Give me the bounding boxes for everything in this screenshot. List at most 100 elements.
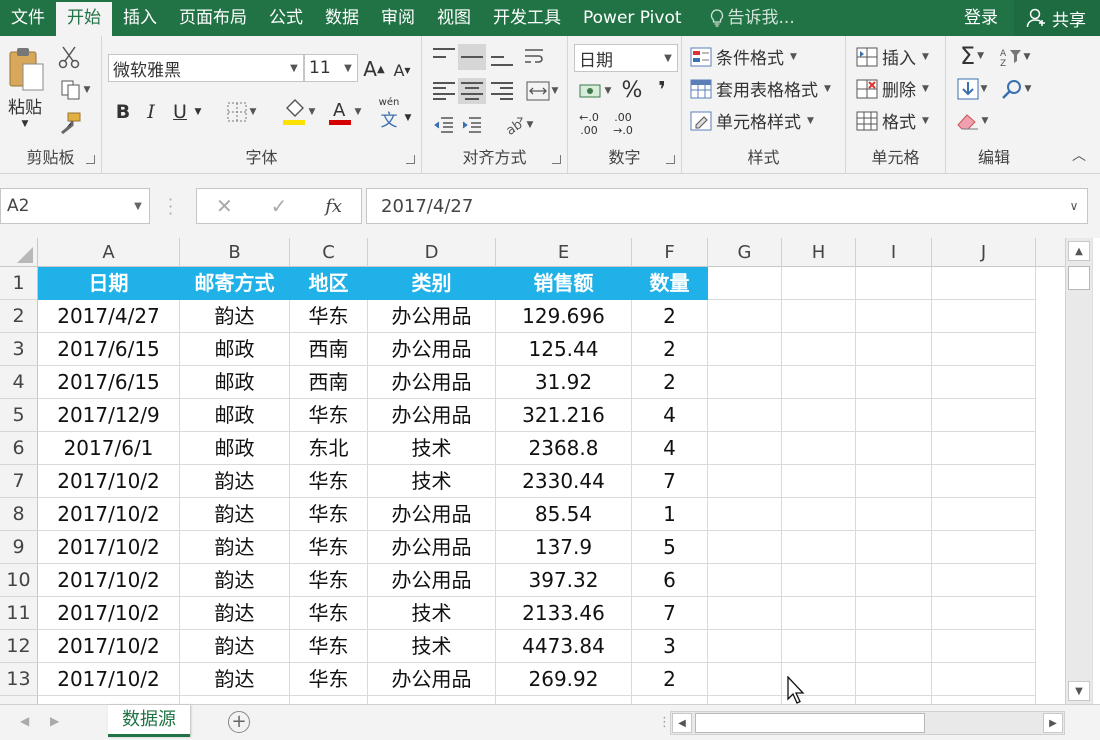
paste-icon[interactable] [6, 44, 46, 94]
empty-cell[interactable] [856, 267, 932, 300]
align-right-icon[interactable] [488, 78, 516, 104]
increase-decimal-button[interactable]: .00 [574, 123, 604, 137]
table-cell[interactable]: 韵达 [180, 597, 290, 630]
empty-cell[interactable] [932, 366, 1036, 399]
empty-cell[interactable] [708, 399, 782, 432]
table-cell[interactable]: 办公用品 [368, 366, 496, 399]
scroll-down-icon[interactable]: ▼ [1068, 681, 1090, 701]
sheet-tab-active[interactable]: 数据源 [108, 705, 190, 737]
table-cell[interactable]: 办公用品 [368, 399, 496, 432]
table-cell[interactable]: 技术 [368, 630, 496, 663]
empty-cell[interactable] [932, 432, 1036, 465]
table-cell[interactable]: 2017/6/15 [38, 366, 180, 399]
empty-cell[interactable] [708, 366, 782, 399]
tab-home[interactable]: 开始 [56, 2, 112, 36]
empty-cell[interactable] [782, 267, 856, 300]
empty-cell[interactable] [782, 630, 856, 663]
font-name-select[interactable]: 微软雅黑 ▼ [108, 54, 304, 82]
bold-button[interactable]: B [110, 98, 136, 126]
tab-data[interactable]: 数据 [314, 0, 370, 36]
table-cell[interactable]: 韵达 [180, 300, 290, 333]
format-cells-button[interactable]: 格式 ▼ [856, 108, 929, 133]
table-cell[interactable]: 6 [632, 564, 708, 597]
row-header[interactable]: 6 [0, 432, 38, 465]
table-cell[interactable]: 2368.8 [496, 432, 632, 465]
table-cell[interactable]: 2017/10/2 [38, 531, 180, 564]
table-cell[interactable]: 137.9 [496, 531, 632, 564]
table-cell[interactable]: 2017/10/2 [38, 630, 180, 663]
autosum-icon[interactable]: Σ ▼ [952, 42, 992, 70]
table-cell[interactable]: 2017/10/2 [38, 465, 180, 498]
table-cell[interactable]: 2017/6/1 [38, 432, 180, 465]
table-cell[interactable]: 华东 [290, 564, 368, 597]
table-cell[interactable]: 2330.44 [496, 465, 632, 498]
empty-cell[interactable] [782, 564, 856, 597]
align-bottom-icon[interactable] [488, 44, 516, 70]
comma-style-button[interactable]: ❜ [650, 76, 674, 104]
empty-cell[interactable] [932, 696, 1036, 704]
italic-button[interactable]: I [140, 98, 162, 126]
table-cell[interactable]: 办公用品 [368, 531, 496, 564]
underline-button[interactable]: U [168, 98, 192, 126]
table-cell[interactable]: 2017/6/15 [38, 333, 180, 366]
currency-format-icon[interactable]: ▼ [574, 78, 616, 104]
empty-cell[interactable] [708, 597, 782, 630]
empty-cell[interactable] [782, 465, 856, 498]
vertical-scrollbar[interactable]: ▲ ▼ [1065, 238, 1092, 704]
clipboard-launcher-icon[interactable] [86, 155, 95, 164]
tell-me-search[interactable]: 告诉我... [699, 0, 806, 36]
phonetic-dropdown-icon[interactable]: ▼ [402, 108, 414, 128]
table-cell[interactable]: 华东 [290, 465, 368, 498]
empty-cell[interactable] [708, 696, 782, 704]
table-header-cell[interactable]: 数量 [632, 267, 708, 300]
insert-cells-button[interactable]: 插入 ▼ [856, 44, 929, 69]
table-cell[interactable]: 华东 [290, 663, 368, 696]
table-cell[interactable]: 技术 [368, 465, 496, 498]
row-header[interactable]: 3 [0, 333, 38, 366]
empty-cell[interactable] [782, 300, 856, 333]
copy-icon[interactable]: ▼ [56, 78, 94, 102]
decrease-font-icon[interactable]: A ▼ [390, 58, 414, 82]
empty-cell[interactable] [708, 630, 782, 663]
row-header[interactable]: 4 [0, 366, 38, 399]
empty-cell[interactable] [856, 564, 932, 597]
table-cell[interactable]: 5 [632, 531, 708, 564]
phonetic-guide-button[interactable]: 文 [374, 108, 404, 131]
table-cell[interactable]: 韵达 [180, 531, 290, 564]
empty-cell[interactable] [932, 300, 1036, 333]
decrease-indent-icon[interactable] [430, 112, 458, 138]
align-top-icon[interactable] [430, 44, 458, 70]
empty-cell[interactable] [856, 465, 932, 498]
table-cell[interactable]: 邮政 [180, 333, 290, 366]
empty-cell[interactable] [708, 267, 782, 300]
table-cell[interactable]: 2017/10/2 [38, 498, 180, 531]
row-header[interactable]: 12 [0, 630, 38, 663]
empty-cell[interactable] [856, 531, 932, 564]
font-color-icon[interactable]: A ▼ [322, 96, 366, 128]
increase-font-icon[interactable]: A ▲ [362, 56, 386, 82]
drag-handle-icon[interactable]: · · · [168, 192, 173, 222]
cell-styles-button[interactable]: 单元格样式 ▼ [690, 108, 814, 133]
table-cell[interactable]: 华东 [290, 498, 368, 531]
table-header-cell[interactable]: 类别 [368, 267, 496, 300]
empty-cell[interactable] [782, 531, 856, 564]
empty-cell[interactable] [708, 564, 782, 597]
table-cell[interactable]: 韵达 [180, 630, 290, 663]
empty-cell[interactable] [708, 432, 782, 465]
table-cell[interactable]: 269.92 [496, 663, 632, 696]
table-cell[interactable]: 1 [632, 498, 708, 531]
font-launcher-icon[interactable] [406, 155, 415, 164]
tab-view[interactable]: 视图 [426, 0, 482, 36]
worksheet-grid[interactable]: ABCDEFGHIJ 1 日期 邮寄方式 地区 类别 销售额 数量 2 2017/4/27 韵达华… [0, 238, 1065, 704]
table-cell[interactable]: 129.696 [496, 300, 632, 333]
table-cell[interactable]: 2017/4/27 [38, 300, 180, 333]
table-cell[interactable]: 东北 [290, 432, 368, 465]
orientation-icon[interactable]: ab ▼ [498, 112, 538, 138]
empty-cell[interactable] [496, 696, 632, 704]
empty-cell[interactable] [290, 696, 368, 704]
row-header[interactable]: 13 [0, 663, 38, 696]
table-cell[interactable]: 2 [632, 300, 708, 333]
table-cell[interactable]: 邮政 [180, 432, 290, 465]
table-cell[interactable]: 2133.46 [496, 597, 632, 630]
format-as-table-button[interactable]: 套用表格格式 ▼ [690, 76, 831, 101]
